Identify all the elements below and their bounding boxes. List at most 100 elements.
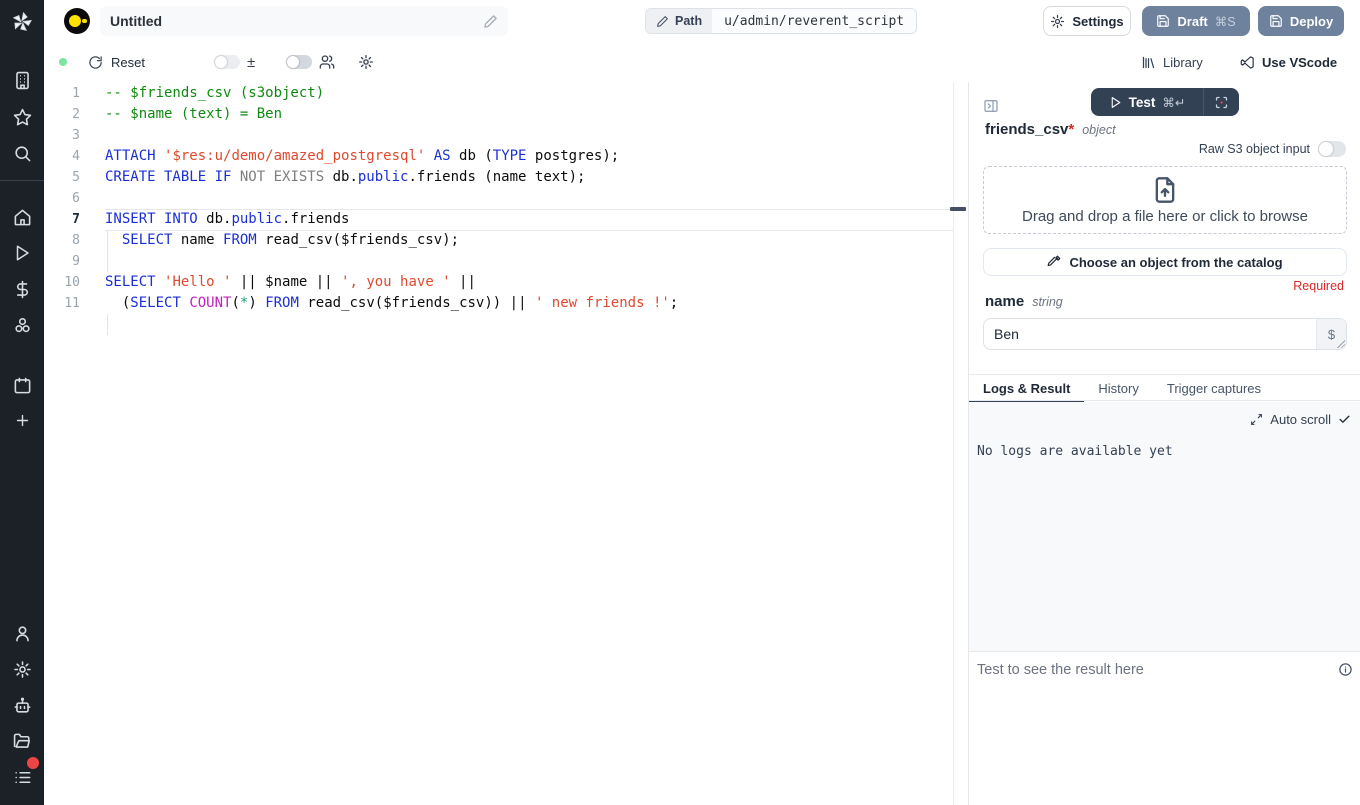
capture-focus-icon xyxy=(1214,95,1229,110)
user-icon[interactable] xyxy=(8,619,36,647)
result-placeholder: Test to see the result here xyxy=(977,662,1144,678)
line-number: 3 xyxy=(44,125,80,146)
windmill-logo[interactable] xyxy=(8,8,36,36)
edit-pencil-icon xyxy=(656,15,669,28)
vscode-icon xyxy=(1240,55,1255,70)
script-title-field[interactable]: Untitled xyxy=(100,6,508,36)
plus-minus-icon: ± xyxy=(247,54,255,71)
code-line[interactable]: 9 xyxy=(44,251,968,272)
line-number: 6 xyxy=(44,188,80,209)
raw-s3-toggle[interactable] xyxy=(1318,141,1346,157)
runs-play-icon[interactable] xyxy=(8,239,36,267)
raw-s3-label: Raw S3 object input xyxy=(1199,142,1310,156)
path-label: Path xyxy=(646,9,712,33)
dropzone-text: Drag and drop a file here or click to br… xyxy=(984,208,1346,225)
required-label: Required xyxy=(1293,279,1344,293)
line-number: 2 xyxy=(44,104,80,125)
cursor-overview-marker xyxy=(950,207,966,211)
search-icon[interactable] xyxy=(8,139,36,167)
line-number: 1 xyxy=(44,83,80,104)
app-window: Untitled Path u/admin/reverent_script Se… xyxy=(0,0,1360,805)
code-line[interactable]: 4ATTACH '$res:u/demo/amazed_postgresql' … xyxy=(44,146,968,167)
variables-dollar-icon[interactable] xyxy=(8,275,36,303)
play-icon xyxy=(1109,96,1122,109)
code-line[interactable]: 7INSERT INTO db.public.friends xyxy=(44,209,968,230)
users-icon xyxy=(319,54,335,70)
name-field-label: name string xyxy=(985,293,1063,310)
workspace-icon[interactable] xyxy=(8,66,36,94)
capture-button[interactable] xyxy=(1203,88,1239,116)
line-number: 10 xyxy=(44,272,80,293)
save-icon xyxy=(1156,14,1170,28)
resize-handle[interactable] xyxy=(1337,340,1345,348)
name-input[interactable] xyxy=(984,319,1316,349)
expand-icon xyxy=(1250,413,1263,426)
code-line[interactable]: 5CREATE TABLE IF NOT EXISTS db.public.fr… xyxy=(44,167,968,188)
check-icon xyxy=(1338,413,1351,426)
test-button[interactable]: Test ⌘↵ xyxy=(1091,88,1203,116)
favorites-star-icon[interactable] xyxy=(8,103,36,131)
code-line[interactable]: 6 xyxy=(44,188,968,209)
tab-history[interactable]: History xyxy=(1084,375,1152,402)
name-input-wrap: $ xyxy=(983,318,1347,350)
line-number: 7 xyxy=(44,209,80,230)
ai-bot-icon[interactable] xyxy=(8,691,36,719)
script-title: Untitled xyxy=(110,13,483,29)
duckdb-language-icon xyxy=(64,8,90,34)
status-dot xyxy=(59,58,67,66)
code-line[interactable]: 2-- $name (text) = Ben xyxy=(44,104,968,125)
logs-area: Auto scroll No logs are available yet xyxy=(969,402,1360,651)
code-line[interactable]: 11 (SELECT COUNT(*) FROM read_csv($frien… xyxy=(44,293,968,314)
file-upload-icon xyxy=(1151,176,1179,204)
draft-button[interactable]: Draft ⌘S xyxy=(1142,6,1250,36)
reset-button[interactable]: Reset xyxy=(88,42,145,82)
logs-empty-text: No logs are available yet xyxy=(977,444,1173,459)
file-dropzone[interactable]: Drag and drop a file here or click to br… xyxy=(983,166,1347,234)
tab-logs-result[interactable]: Logs & Result xyxy=(969,375,1084,402)
deploy-button[interactable]: Deploy xyxy=(1258,6,1344,36)
info-icon[interactable] xyxy=(1338,662,1353,677)
tab-trigger-captures[interactable]: Trigger captures xyxy=(1153,375,1275,402)
notification-badge xyxy=(27,757,39,769)
path-value[interactable]: u/admin/reverent_script xyxy=(712,9,916,33)
path-field[interactable]: Path u/admin/reverent_script xyxy=(645,8,917,34)
schedules-calendar-icon[interactable] xyxy=(8,371,36,399)
code-line[interactable]: 10SELECT 'Hello ' || $name || ', you hav… xyxy=(44,272,968,293)
pipette-icon xyxy=(1047,255,1061,269)
code-line[interactable]: 3 xyxy=(44,125,968,146)
test-panel: Test ⌘↵ friends_csv* object Raw S3 objec… xyxy=(968,82,1360,805)
sidebar xyxy=(0,0,44,805)
friends-csv-field-label: friends_csv* object xyxy=(985,121,1116,138)
field-type: string xyxy=(1032,295,1063,309)
choose-object-button[interactable]: Choose an object from the catalog xyxy=(983,248,1347,276)
code-line[interactable]: 8 SELECT name FROM read_csv($friends_csv… xyxy=(44,230,968,251)
settings-button[interactable]: Settings xyxy=(1043,6,1131,36)
add-plus-icon[interactable] xyxy=(8,406,36,434)
settings-gear-icon[interactable] xyxy=(8,655,36,683)
editor-toolbar: Reset ± Library Use VScode xyxy=(44,42,1360,82)
required-asterisk: * xyxy=(1068,121,1074,138)
indent-guide xyxy=(107,314,108,335)
raw-s3-toggle-row: Raw S3 object input xyxy=(1199,141,1346,157)
diff-toggle[interactable]: ± xyxy=(214,42,255,82)
autoscroll-toggle[interactable]: Auto scroll xyxy=(1250,412,1351,427)
result-area: Test to see the result here xyxy=(969,651,1360,805)
use-vscode-button[interactable]: Use VScode xyxy=(1240,42,1337,82)
library-icon xyxy=(1141,55,1156,70)
resources-icon[interactable] xyxy=(8,311,36,339)
folders-icon[interactable] xyxy=(8,727,36,755)
field-type: object xyxy=(1082,123,1115,137)
collapse-panel-icon[interactable] xyxy=(983,98,999,114)
code-line[interactable]: 1-- $friends_csv (s3object) xyxy=(44,83,968,104)
variable-picker-button[interactable]: $ xyxy=(1316,319,1346,349)
overview-ruler[interactable] xyxy=(953,82,968,805)
code-editor[interactable]: 1-- $friends_csv (s3object)2-- $name (te… xyxy=(44,82,968,805)
library-button[interactable]: Library xyxy=(1141,42,1203,82)
topbar: Untitled Path u/admin/reverent_script Se… xyxy=(44,0,1360,42)
line-number: 8 xyxy=(44,230,80,251)
test-button-group: Test ⌘↵ xyxy=(1091,88,1239,116)
editor-settings-button[interactable] xyxy=(358,42,374,82)
home-icon[interactable] xyxy=(8,203,36,231)
multiplayer-toggle[interactable] xyxy=(286,42,335,82)
sidebar-divider xyxy=(0,180,44,181)
